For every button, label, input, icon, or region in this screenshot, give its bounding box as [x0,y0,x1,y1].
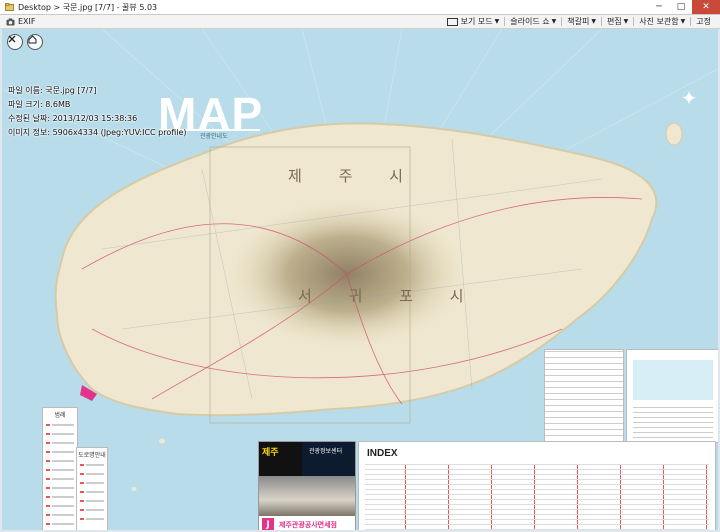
chevron-down-icon: ▼ [551,18,557,25]
info-modified: 수정된 날짜: 2013/12/03 15:38:36 [8,114,138,123]
menu-label: 편집 [606,17,622,26]
menu-pin[interactable]: 고정 [691,15,716,28]
chevron-down-icon: ▼ [591,18,596,25]
inset-map [633,360,713,400]
legend-row [80,497,104,504]
legend-row [46,439,74,446]
legend-row [80,488,104,495]
chevron-down-icon: ▼ [680,18,686,25]
exif-button[interactable]: EXIF [6,17,36,26]
close-icon [8,35,16,43]
home-icon [28,35,37,44]
legend-title: 범례 [54,412,66,419]
ad-photo [259,476,355,516]
city-label-jeju: 제 주 시 [288,167,419,185]
legend-row [46,430,74,437]
index-grid [365,464,709,530]
image-viewer[interactable]: MAP 관광안내도 ✦ 제 주 시 서 귀 포 시 범례 도로명안내 제주 관광… [2,29,718,530]
ad-top: 제주 관광정보센터 [259,442,355,476]
menu-bar: 보기 모드 ▼ 슬라이드 쇼 ▼ 책갈피 ▼ 편집 ▼ 사진 보관함 ▼ 고정 [442,15,716,28]
road-legend-title: 도로명안내 [78,452,106,459]
legend-row [46,457,74,464]
legend-row [46,466,74,473]
info-panel [544,349,624,443]
close-viewer-button[interactable] [7,34,23,50]
menu-label: 책갈피 [567,17,590,26]
menu-label: 슬라이드 쇼 [510,17,550,26]
north-arrow-icon: ✦ [680,86,698,110]
close-button[interactable]: ✕ [692,0,720,14]
advertisement: 제주 관광정보센터 J 제주관광공사면세점 [258,441,356,530]
toolbar: EXIF 보기 모드 ▼ 슬라이드 쇼 ▼ 책갈피 ▼ 편집 ▼ 사진 보관함 ▼ 고정 [0,15,720,29]
info-imageinfo: 이미지 정보: 5906x4334 (Jpeg:YUV:ICC profile) [8,128,187,137]
map-legend: 범례 [42,407,78,530]
menu-bookmark[interactable]: 책갈피 ▼ [562,15,601,28]
inset-rows [633,404,713,438]
chevron-down-icon: ▼ [623,18,629,25]
window-title: Desktop > 국문.jpg [7/7] - 꿀뷰 5.03 [18,2,158,12]
legend-row [46,475,74,482]
info-filename: 파일 이름: 국문.jpg [7/7] [8,86,97,95]
legend-row [80,461,104,468]
menu-label: 보기 모드 [460,17,493,26]
legend-row [80,506,104,513]
menu-photo-archive[interactable]: 사진 보관함 ▼ [634,15,690,28]
legend-row [80,470,104,477]
ad-footer-text: 제주관광공사면세점 [279,521,337,529]
title-bar: Desktop > 국문.jpg [7/7] - 꿀뷰 5.03 ─ □ ✕ [0,0,720,15]
index-title: INDEX [367,448,398,459]
menu-view-mode[interactable]: 보기 모드 ▼ [442,15,505,28]
legend-row [46,511,74,518]
city-label-seogwipo: 서 귀 포 시 [298,287,480,305]
minimize-button[interactable]: ─ [648,0,670,14]
ad-headline: 제주 [262,448,279,458]
road-legend: 도로명안내 [76,447,108,530]
camera-icon [6,17,15,26]
menu-label: 사진 보관함 [639,17,679,26]
legend-row [80,479,104,486]
maximize-button[interactable]: □ [670,0,692,14]
legend-row [46,448,74,455]
legend-row [46,493,74,500]
legend-row [46,421,74,428]
index-panel: INDEX [358,441,716,530]
exif-label: EXIF [18,17,36,26]
menu-label: 고정 [696,17,711,26]
info-filesize: 파일 크기: 8.6MB [8,100,71,109]
legend-row [46,502,74,509]
ad-footer: J 제주관광공사면세점 [259,516,355,530]
legend-row [80,515,104,522]
ad-subheadline: 관광정보센터 [309,448,343,455]
app-icon [5,2,14,11]
legend-row [46,484,74,491]
view-mode-icon [446,17,458,26]
file-info-overlay: 파일 이름: 국문.jpg [7/7] 파일 크기: 8.6MB 수정된 날짜:… [8,84,187,140]
ad-logo: J [262,518,274,530]
map-subtitle: 관광안내도 [200,133,228,140]
chevron-down-icon: ▼ [494,18,500,25]
legend-row [46,520,74,527]
home-button[interactable] [27,34,43,50]
world-map-panel [626,349,718,443]
menu-edit[interactable]: 편집 ▼ [602,15,633,28]
menu-slideshow[interactable]: 슬라이드 쇼 ▼ [505,15,561,28]
